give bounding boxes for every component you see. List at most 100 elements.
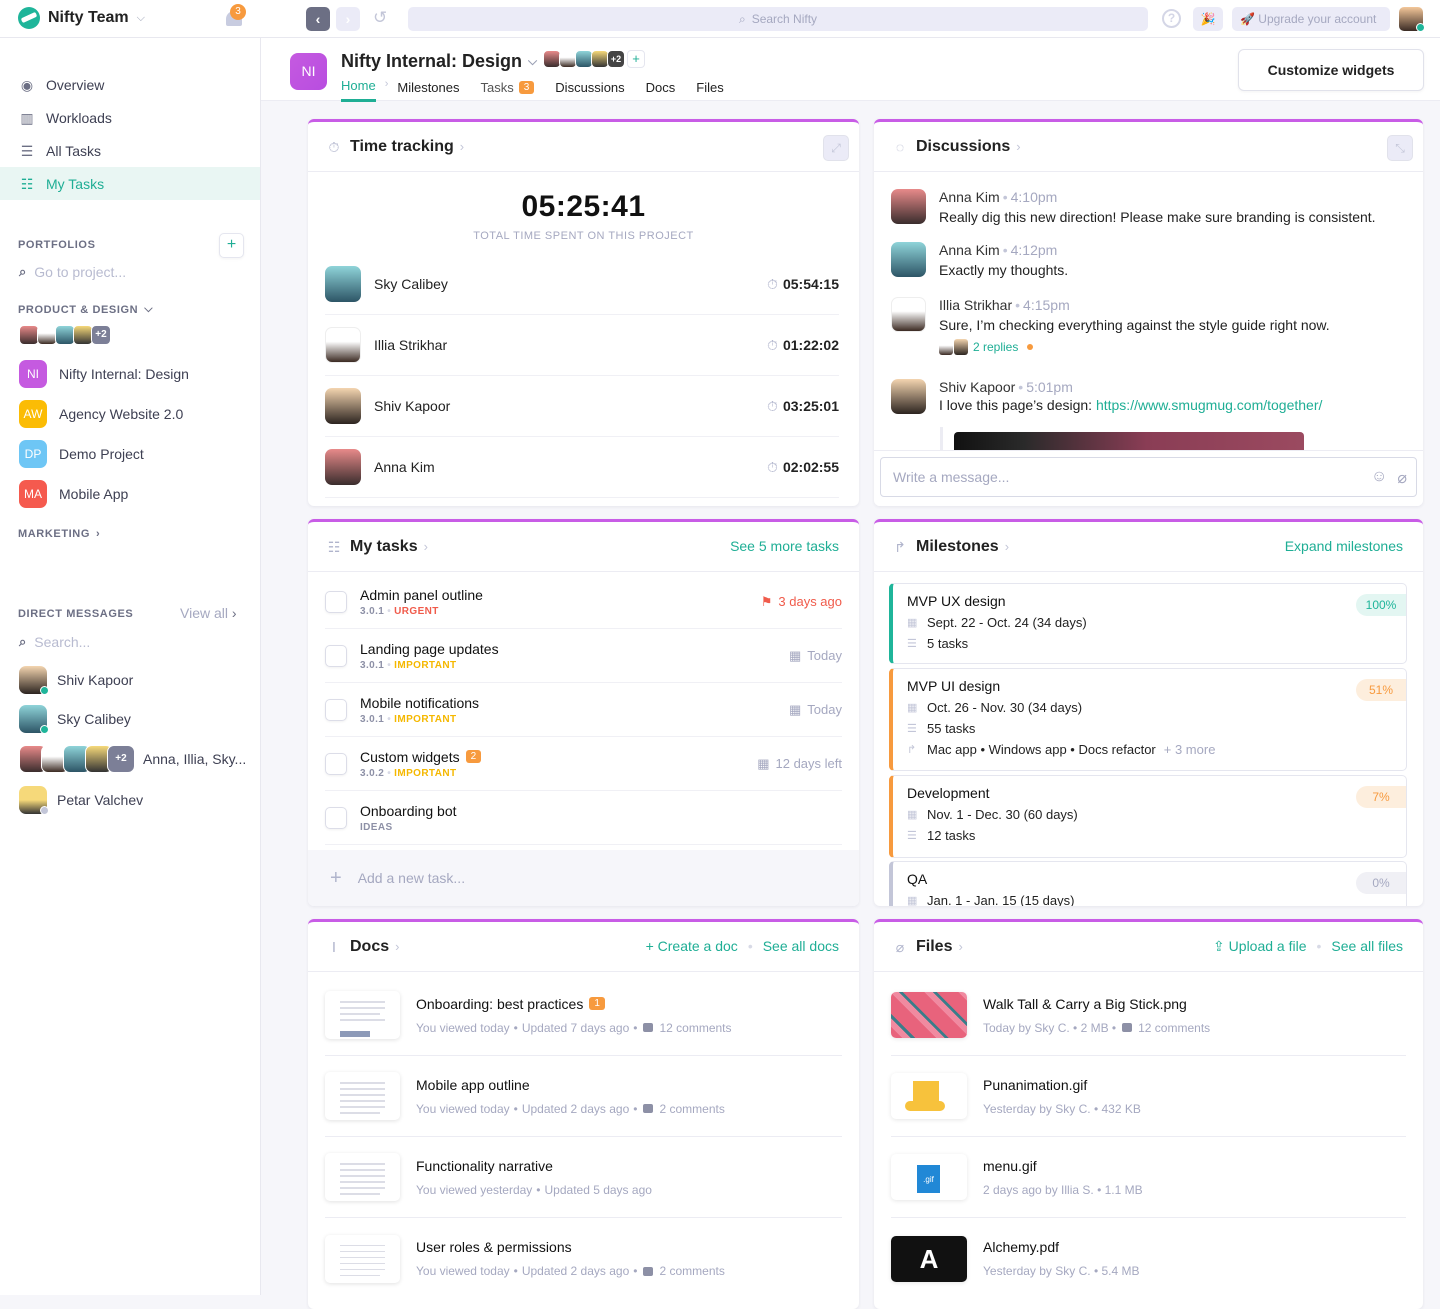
project-item[interactable]: NI Nifty Internal: Design [19, 360, 189, 388]
task-row[interactable]: Landing page updates 3.0.1 • IMPORTANT ▦ To… [325, 629, 842, 683]
task-row[interactable]: Onboarding bot IDEAS [325, 791, 842, 845]
doc-meta: You viewed today • Updated 2 days ago • 2 co… [416, 1264, 725, 1278]
dm-name: Shiv Kapoor [57, 672, 134, 688]
widget-title[interactable]: Discussions [916, 138, 1010, 156]
tab-discussions[interactable]: Discussions [555, 76, 624, 102]
message-link[interactable]: https://www.smugmug.com/together/ [1096, 397, 1322, 413]
dates-text: Sept. 22 - Oct. 24 (34 days) [927, 615, 1087, 630]
time-value: 05:54:15 [782, 276, 839, 292]
file-row[interactable]: Walk Tall & Carry a Big Stick.png Today … [891, 975, 1406, 1056]
sidebar-item-workloads[interactable]: ▥ Workloads [0, 101, 260, 134]
add-portfolio-button[interactable]: + [219, 233, 244, 258]
tab-label: Docs [645, 79, 676, 95]
dm-item[interactable]: Shiv Kapoor [19, 666, 134, 695]
help-button[interactable]: ? [1162, 9, 1181, 28]
sidebar-item-my-tasks[interactable]: ☷ My Tasks [0, 167, 260, 200]
doc-row[interactable]: Onboarding: best practices 1 You viewed t… [325, 975, 842, 1056]
sidebar-item-all-tasks[interactable]: ☰ All Tasks [0, 134, 260, 167]
thread-replies-link[interactable]: 2 replies [939, 339, 1330, 355]
tab-home[interactable]: Home [341, 76, 376, 102]
deps-more[interactable]: + 3 more [1164, 742, 1216, 757]
project-item[interactable]: MA Mobile App [19, 480, 128, 508]
expand-icon: ⤢ [831, 141, 841, 155]
see-all-docs-link[interactable]: See all docs [763, 938, 839, 954]
tab-tasks[interactable]: Tasks 3 [481, 76, 535, 102]
task-title-text: Custom widgets [360, 748, 460, 765]
widget-title[interactable]: Files [916, 938, 952, 956]
sidebar-item-overview[interactable]: ◉ Overview [0, 68, 260, 101]
paperclip-icon[interactable]: ⌀ [1397, 468, 1407, 488]
file-row[interactable]: .gif menu.gif 2 days ago by Illia S. • 1… [891, 1137, 1406, 1218]
portfolios-header: PORTFOLIOS [18, 239, 96, 251]
emoji-icon[interactable]: ☺ [1371, 468, 1387, 488]
task-row[interactable]: Admin panel outline 3.0.1 • URGENT ⚑ 3 days… [325, 575, 842, 629]
project-search-input[interactable]: ⌕ Go to project... [19, 264, 126, 280]
project-title-dropdown[interactable]: Nifty Internal: Design ⌵ [341, 51, 537, 72]
project-name: Mobile App [59, 486, 129, 502]
tab-docs[interactable]: Docs [646, 76, 676, 102]
widget-title[interactable]: Milestones [916, 538, 999, 556]
file-row[interactable]: A Alchemy.pdf Yesterday by Sky C. • 5.4 … [891, 1218, 1406, 1299]
create-doc-link[interactable]: + Create a doc [646, 938, 738, 954]
link-preview-image[interactable] [954, 432, 1304, 452]
avatar [325, 327, 361, 363]
expand-milestones-link[interactable]: Expand milestones [1285, 538, 1403, 554]
whats-new-button[interactable]: 🎉 [1193, 7, 1223, 31]
widget-title[interactable]: Docs [350, 938, 389, 956]
task-row[interactable]: Custom widgets 2 3.0.2 • IMPORTANT ▦ 12 days… [325, 737, 842, 791]
doc-title: Mobile app outline [416, 1076, 530, 1093]
upload-file-link[interactable]: ⇪ Upload a file [1213, 938, 1306, 955]
task-checkbox[interactable] [325, 806, 347, 829]
tab-files[interactable]: Files [696, 76, 723, 102]
message: Anna Kim • 4:12pm Exactly my thoughts. [891, 242, 1408, 278]
member-time: ⏱ 05:54:15 [767, 276, 839, 293]
project-item[interactable]: AW Agency Website 2.0 [19, 400, 183, 428]
widget-title[interactable]: My tasks [350, 538, 418, 556]
dm-item-group[interactable]: +2 Anna, Illia, Sky... [19, 745, 246, 773]
project-item[interactable]: DP Demo Project [19, 440, 144, 468]
task-checkbox[interactable] [325, 590, 347, 613]
product-design-group-toggle[interactable]: PRODUCT & DESIGN ⌵ [18, 303, 153, 316]
milestone-card[interactable]: QA ▦ Jan. 1 - Jan. 15 (15 days) 0% [889, 861, 1407, 906]
nifty-logo-icon [18, 7, 40, 29]
task-checkbox[interactable] [325, 644, 347, 667]
milestone-card[interactable]: Development ▦ Nov. 1 - Dec. 30 (60 days) … [889, 775, 1407, 858]
history-button[interactable]: ↺ [373, 8, 393, 28]
milestone-card[interactable]: MVP UI design ▦ Oct. 26 - Nov. 30 (34 day… [889, 668, 1407, 771]
task-checkbox[interactable] [325, 752, 347, 775]
tasks-count: 5 tasks [927, 636, 969, 651]
group-members[interactable]: +2 [19, 325, 111, 345]
milestone-card[interactable]: MVP UX design ▦ Sept. 22 - Oct. 24 (34 da… [889, 583, 1407, 664]
customize-widgets-button[interactable]: Customize widgets [1238, 49, 1424, 91]
widget-title[interactable]: Time tracking [350, 138, 454, 156]
marketing-group-toggle[interactable]: MARKETING › [18, 528, 100, 540]
doc-row[interactable]: User roles & permissions You viewed toda… [325, 1218, 842, 1299]
dm-item[interactable]: Petar Valchev [19, 786, 143, 815]
task-row[interactable]: Mobile notifications 3.0.1 • IMPORTANT ▦ To… [325, 683, 842, 737]
add-task-input[interactable]: + Add a new task... [308, 850, 859, 906]
global-search-input[interactable]: ⌕ Search Nifty [408, 7, 1148, 31]
dm-search-input[interactable]: ⌕ Search... [19, 634, 90, 650]
forward-button[interactable]: › [336, 7, 360, 31]
upgrade-button[interactable]: 🚀 Upgrade your account [1232, 7, 1390, 31]
back-button[interactable]: ‹ [306, 7, 330, 31]
message-input[interactable]: Write a message... [880, 457, 1417, 497]
see-all-files-link[interactable]: See all files [1331, 938, 1403, 955]
workspace-switcher[interactable]: Nifty Team ⌵ [18, 7, 145, 29]
plus-icon: + [330, 866, 342, 889]
project-members[interactable]: +2 + [543, 50, 645, 68]
tab-milestones[interactable]: Milestones [397, 76, 459, 102]
view-all-dms-link[interactable]: View all › [180, 605, 237, 621]
dm-item[interactable]: Sky Calibey [19, 705, 131, 734]
see-more-tasks-link[interactable]: See 5 more tasks [730, 538, 839, 554]
task-checkbox[interactable] [325, 698, 347, 721]
expand-widget-button[interactable]: ⤢ [823, 135, 849, 161]
add-member-button[interactable]: + [627, 50, 645, 68]
chevron-down-icon: ⌵ [144, 303, 154, 315]
user-avatar[interactable] [1399, 7, 1425, 32]
collapse-widget-button[interactable]: ⤡ [1387, 135, 1413, 161]
file-row[interactable]: Punanimation.gif Yesterday by Sky C. • 4… [891, 1056, 1406, 1137]
doc-row[interactable]: Mobile app outline You viewed today • Upda… [325, 1056, 842, 1137]
doc-row[interactable]: Functionality narrative You viewed yeste… [325, 1137, 842, 1218]
widget-header: ☷ My tasks › See 5 more tasks [308, 522, 859, 572]
